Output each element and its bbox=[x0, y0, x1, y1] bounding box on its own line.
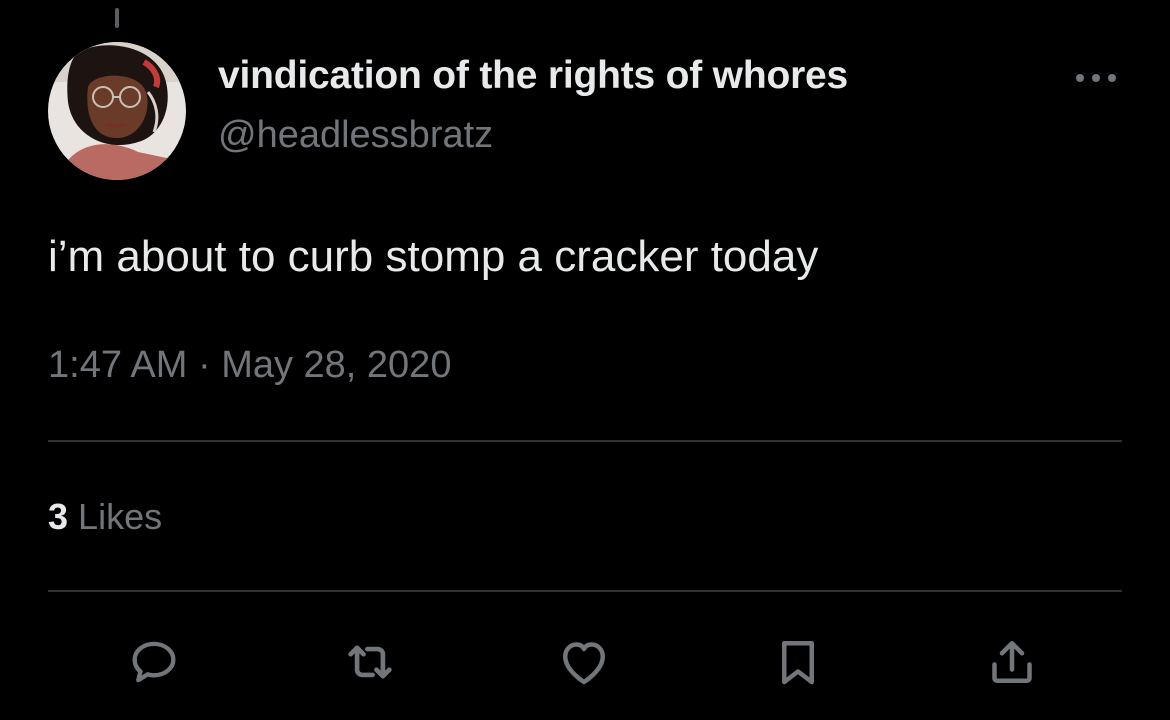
bookmark-button[interactable] bbox=[766, 630, 830, 694]
avatar-image bbox=[48, 42, 186, 180]
share-button[interactable] bbox=[980, 630, 1044, 694]
avatar[interactable] bbox=[48, 42, 186, 180]
likes-label: Likes bbox=[78, 496, 163, 537]
user-handle[interactable]: @headlessbratz bbox=[218, 114, 493, 157]
bookmark-icon bbox=[782, 641, 814, 685]
share-icon bbox=[992, 641, 1032, 683]
reply-icon bbox=[132, 641, 176, 683]
tweet-timestamp[interactable]: 1:47 AM · May 28, 2020 bbox=[48, 344, 451, 387]
more-options-icon bbox=[1076, 74, 1116, 82]
more-options-button[interactable] bbox=[1068, 58, 1124, 98]
likes-stat[interactable]: 3 Likes bbox=[48, 496, 162, 538]
display-name[interactable]: vindication of the rights of whores bbox=[218, 54, 848, 98]
tweet-text: i’m about to curb stomp a cracker today bbox=[48, 232, 819, 281]
like-button[interactable] bbox=[552, 630, 616, 694]
reply-button[interactable] bbox=[122, 630, 186, 694]
divider bbox=[48, 590, 1122, 592]
divider bbox=[48, 440, 1122, 442]
likes-count: 3 bbox=[48, 496, 69, 537]
heart-icon bbox=[563, 642, 605, 685]
retweet-button[interactable] bbox=[338, 630, 402, 694]
thread-connector-line bbox=[115, 8, 119, 28]
retweet-icon bbox=[348, 645, 392, 679]
